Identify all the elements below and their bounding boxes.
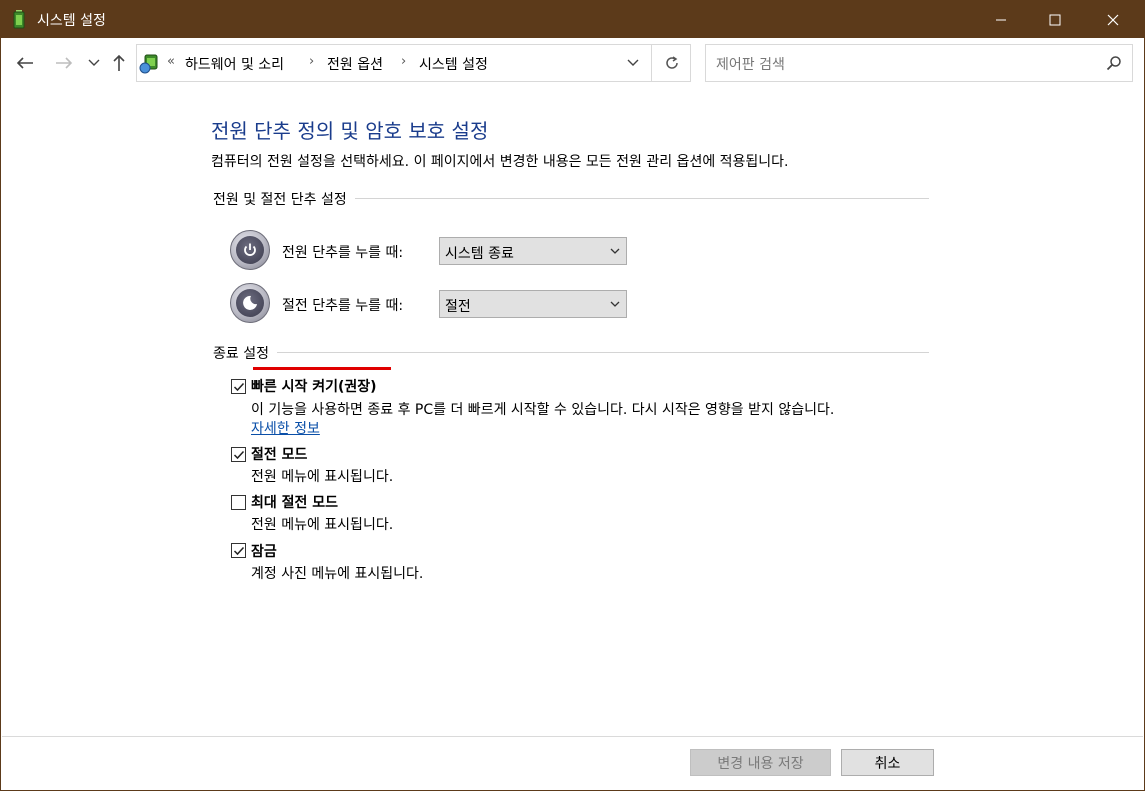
power-button-select-value: 시스템 종료	[445, 246, 514, 262]
breadcrumb-power-options[interactable]: 전원 옵션	[327, 54, 383, 74]
more-info-link[interactable]: 자세한 정보	[251, 418, 320, 438]
hibernate-checkbox[interactable]	[231, 495, 246, 510]
sleep-label[interactable]: 절전 모드	[251, 444, 307, 464]
sleep-button-label: 절전 단추를 누를 때:	[282, 298, 404, 314]
sleep-checkbox[interactable]	[231, 447, 246, 462]
overflow-chevron[interactable]: «	[167, 54, 175, 69]
sleep-button-select[interactable]: 절전	[439, 290, 627, 318]
page-title: 전원 단추 정의 및 암호 보호 설정	[211, 119, 489, 143]
hibernate-description: 전원 메뉴에 표시됩니다.	[251, 517, 394, 533]
save-changes-button[interactable]: 변경 내용 저장	[690, 749, 831, 776]
address-bar[interactable]: « 하드웨어 및 소리 › 전원 옵션 › 시스템 설정	[136, 44, 691, 82]
maximize-button[interactable]	[1032, 1, 1078, 38]
search-box[interactable]: 제어판 검색	[705, 44, 1133, 82]
checkmark-icon	[233, 546, 245, 556]
up-button[interactable]	[108, 51, 130, 75]
lock-checkbox[interactable]	[231, 543, 246, 558]
search-input[interactable]: 제어판 검색	[716, 54, 785, 74]
footer-divider	[2, 736, 1143, 737]
minimize-button[interactable]	[978, 1, 1024, 38]
annotation-red-underline	[253, 367, 391, 370]
chevron-down-icon	[610, 248, 620, 254]
sleep-button-select-value: 절전	[445, 299, 471, 315]
page-description: 컴퓨터의 전원 설정을 선택하세요. 이 페이지에서 변경한 내용은 모든 전원…	[211, 154, 789, 170]
power-button-label: 전원 단추를 누를 때:	[282, 245, 404, 261]
lock-description: 계정 사진 메뉴에 표시됩니다.	[251, 566, 424, 582]
power-button-select[interactable]: 시스템 종료	[439, 237, 627, 265]
refresh-button[interactable]	[651, 45, 691, 81]
title-bar[interactable]: 시스템 설정	[1, 1, 1144, 38]
chevron-down-icon	[610, 301, 620, 307]
control-panel-icon	[139, 53, 161, 75]
lock-label[interactable]: 잠금	[251, 541, 277, 561]
breadcrumb-system-settings[interactable]: 시스템 설정	[419, 54, 488, 74]
breadcrumb-hardware-sound[interactable]: 하드웨어 및 소리	[185, 54, 284, 74]
close-button[interactable]	[1090, 1, 1136, 38]
search-icon[interactable]	[1106, 55, 1122, 71]
battery-icon	[11, 9, 29, 29]
forward-button[interactable]	[53, 51, 75, 75]
fast-startup-description: 이 기능을 사용하면 종료 후 PC를 더 빠르게 시작할 수 있습니다. 다시…	[251, 402, 835, 418]
fast-startup-checkbox[interactable]	[231, 379, 246, 394]
back-button[interactable]	[14, 51, 36, 75]
refresh-icon	[665, 56, 678, 69]
window-title: 시스템 설정	[37, 13, 106, 29]
breadcrumb-separator: ›	[401, 54, 407, 69]
recent-locations-button[interactable]	[83, 51, 105, 75]
system-settings-window: 시스템 설정 « 하드웨어 및 소리 › 전원 옵션 › 시스템 설정 제어판 …	[0, 0, 1145, 791]
power-group-title: 전원 및 절전 단추 설정	[213, 189, 355, 209]
group-divider	[213, 352, 929, 353]
hibernate-label[interactable]: 최대 절전 모드	[251, 492, 338, 512]
breadcrumb-separator: ›	[309, 54, 315, 69]
address-dropdown-button[interactable]	[615, 45, 651, 81]
checkmark-icon	[233, 450, 245, 460]
power-button-icon	[230, 230, 270, 270]
shutdown-group-title: 종료 설정	[213, 343, 277, 363]
sleep-description: 전원 메뉴에 표시됩니다.	[251, 469, 394, 485]
cancel-button[interactable]: 취소	[841, 749, 934, 776]
checkmark-icon	[233, 382, 245, 392]
fast-startup-label[interactable]: 빠른 시작 켜기(권장)	[251, 376, 377, 396]
sleep-button-icon	[230, 283, 270, 323]
